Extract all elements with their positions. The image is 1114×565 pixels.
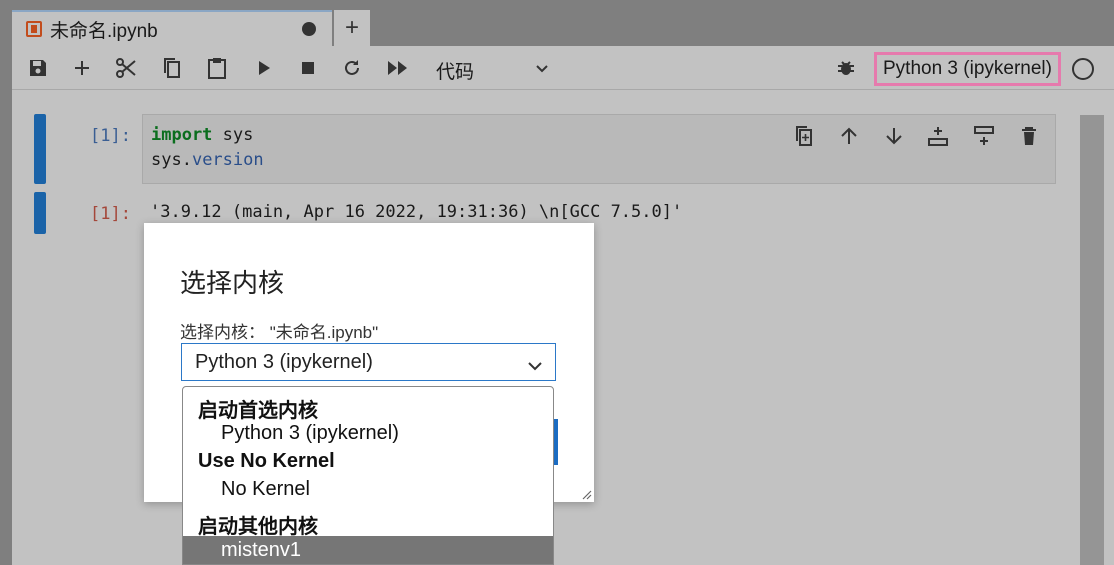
code-text: sys. (151, 150, 192, 170)
resize-handle-icon[interactable] (580, 487, 592, 500)
code-line-2: sys.version (151, 150, 264, 170)
scrollbar[interactable] (1080, 115, 1104, 565)
move-up-icon[interactable] (837, 124, 861, 148)
copy-icon[interactable] (160, 56, 184, 80)
cut-icon[interactable] (114, 56, 138, 80)
code-keyword: import (151, 125, 213, 145)
insert-below-icon[interactable] (972, 124, 996, 148)
option-python3[interactable]: Python 3 (ipykernel) (183, 419, 553, 447)
optgroup-no-kernel: Use No Kernel (198, 450, 335, 472)
cell-output: '3.9.12 (main, Apr 16 2022, 19:31:36) \n… (150, 202, 683, 222)
tab-title: 未命名.ipynb (50, 20, 158, 42)
new-tab-button[interactable]: + (334, 10, 370, 46)
restart-icon[interactable] (340, 56, 364, 80)
notebook-icon (26, 21, 42, 37)
kernel-select-value: Python 3 (ipykernel) (195, 350, 373, 373)
chevron-down-icon (527, 356, 543, 379)
kernel-idle-icon (1072, 58, 1094, 80)
duplicate-icon[interactable] (792, 124, 816, 148)
optgroup-other: 启动其他内核 (198, 516, 318, 538)
cell-collapser[interactable] (34, 114, 46, 184)
dialog-title: 选择内核 (180, 268, 285, 298)
output-collapser[interactable] (34, 192, 46, 234)
unsaved-dot-icon[interactable] (302, 22, 316, 36)
insert-above-icon[interactable] (926, 124, 950, 148)
run-all-icon[interactable] (386, 56, 410, 80)
debugger-icon[interactable] (834, 56, 858, 80)
dialog-subtitle: 选择内核： "未命名.ipynb" (180, 323, 379, 342)
code-text: sys (212, 125, 254, 145)
delete-icon[interactable] (1017, 124, 1041, 148)
option-no-kernel[interactable]: No Kernel (183, 475, 553, 503)
save-icon[interactable] (26, 56, 50, 80)
kernel-select[interactable]: Python 3 (ipykernel) (181, 343, 556, 381)
option-mistenv1[interactable]: mistenv1 (183, 536, 553, 564)
cell-type-select[interactable]: 代码 (436, 57, 474, 84)
tab-bar: 未命名.ipynb + (0, 0, 1114, 46)
add-icon[interactable] (70, 56, 94, 80)
code-editor[interactable]: import sys sys.version (142, 114, 1056, 184)
chevron-down-icon[interactable] (534, 60, 550, 81)
output-prompt: [1]: (90, 204, 131, 224)
move-down-icon[interactable] (882, 124, 906, 148)
run-icon[interactable] (252, 56, 276, 80)
paste-icon[interactable] (205, 56, 229, 80)
notebook-tab[interactable]: 未命名.ipynb (12, 10, 332, 46)
code-line-1: import sys (151, 125, 253, 145)
kernel-dropdown-list: 启动首选内核 Python 3 (ipykernel) Use No Kerne… (182, 386, 554, 565)
input-prompt: [1]: (90, 126, 131, 146)
notebook-toolbar: 代码 Python 3 (ipykernel) (12, 46, 1114, 90)
stop-icon[interactable] (296, 56, 320, 80)
kernel-name-button[interactable]: Python 3 (ipykernel) (874, 52, 1061, 86)
code-attribute: version (191, 150, 264, 170)
